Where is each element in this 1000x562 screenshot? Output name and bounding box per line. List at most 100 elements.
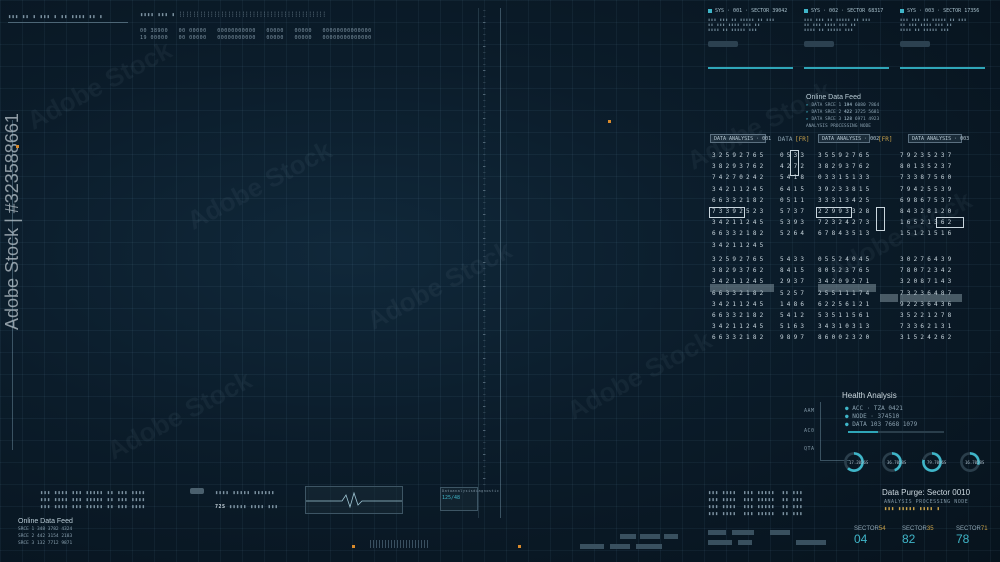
top-left-data-2: 19 00000 00 00000 00000000000 00000 0000… <box>140 35 372 41</box>
system-progress <box>804 67 889 69</box>
selection-box <box>709 207 745 218</box>
tab-data-analysis-1[interactable]: DATA ANALYSIS · 001 <box>710 134 771 143</box>
sector-1: SECTOR54 04 <box>854 526 886 546</box>
top-left-data-1: 00 38900 00 00000 00000000000 00000 0000… <box>140 28 372 34</box>
feed-row: ▸ DATA SRCE 3 128 6971 4923 <box>806 117 880 122</box>
sector-value: 82 <box>902 532 916 546</box>
system-progress <box>708 67 793 69</box>
gauge-label: 17.2056S <box>849 460 869 465</box>
system-pill <box>804 41 834 47</box>
chip <box>708 540 732 545</box>
data-label: DATA <box>778 136 793 143</box>
axis-label: AC0 <box>804 428 815 434</box>
left-scale-line <box>12 120 13 450</box>
chip <box>636 544 662 549</box>
chip <box>732 530 754 535</box>
bottom-ruler <box>370 540 430 548</box>
health-title: Health Analysis <box>842 391 897 400</box>
top-left-ruler: ▮▮▮▮ ▮▮▮ ▮ ┆┆┆┆┆┆┆┆┆┆┆┆┆┆┆┆┆┆┆┆┆┆┆┆┆┆┆┆┆… <box>140 12 327 18</box>
chip <box>580 544 604 549</box>
status-pill <box>190 488 204 494</box>
highlighted-row <box>818 284 876 292</box>
status-icon <box>900 9 904 13</box>
ecg-monitor <box>305 486 403 514</box>
purge-code: ▮▮▮ ▮▮▮▮▮ ▮▮▮▮ ▮ <box>884 506 941 512</box>
chip <box>738 540 752 545</box>
divider <box>8 22 128 23</box>
axis-label: QTA <box>804 446 815 452</box>
tab-data-analysis-3[interactable]: DATA ANALYSIS · 003 <box>908 134 969 143</box>
data-column: 05524045 80523765 34209271 25511174 6225… <box>818 256 873 342</box>
left-feed-title: Online Data Feed <box>18 518 73 525</box>
system-pill <box>900 41 930 47</box>
highlighted-row <box>900 294 962 302</box>
sector-value: 78 <box>956 532 970 546</box>
purge-title: Data Purge: Sector 0010 <box>882 488 971 497</box>
feed-row: SRCE 1 348 3782 4324 <box>18 527 73 532</box>
frame-label: [FR] <box>795 136 810 143</box>
system-pill <box>708 41 738 47</box>
system-label: SYS · 002 · SECTOR 68317 <box>811 8 884 14</box>
selection-box <box>936 217 964 228</box>
left-data-feed: Online Data Feed SRCE 1 348 3782 4324 SR… <box>18 518 73 546</box>
system-label: SYS · 001 · SECTOR 39042 <box>715 8 788 14</box>
frame-label: [FR] <box>878 136 893 143</box>
selection-box <box>790 150 799 176</box>
system-data: ▮▮▮ ▮▮▮ ▮▮ ▮▮▮▮▮ ▮▮ ▮▮▮ ▮▮ ▮▮▮ ▮▮▮▮ ▮▮▮ ▮… <box>804 17 871 32</box>
gauge-label: 36.7058S <box>887 460 907 465</box>
sector-3: SECTOR71 78 <box>956 526 988 546</box>
highlighted-row <box>880 294 898 302</box>
status-icon <box>804 9 808 13</box>
diagnostic-panel: Dataanalysisdiagnostic 125/48 <box>440 487 499 511</box>
online-data-feed: Online Data Feed ▸ DATA SRCE 1 194 6080 … <box>806 94 896 129</box>
chip <box>640 534 660 539</box>
feed-footer: ANALYSIS PROCESSING NODE <box>806 124 872 129</box>
health-row: ● NODE · 374510 <box>845 413 900 420</box>
marker <box>352 545 355 548</box>
system-card-2[interactable]: SYS · 002 · SECTOR 68317 ▮▮▮ ▮▮▮ ▮▮ ▮▮▮▮… <box>804 8 896 92</box>
marker <box>518 545 521 548</box>
feed-row: ▸ DATA SRCE 2 422 3725 5681 <box>806 110 880 115</box>
marker <box>16 145 19 148</box>
bottom-right-table: ▮▮▮ ▮▮▮▮ ▮▮▮ ▮▮▮▮▮ ▮▮ ▮▮▮ ▮▮▮ ▮▮▮▮ ▮▮▮ ▮… <box>708 490 803 517</box>
feed-row: ▸ DATA SRCE 1 194 6080 7864 <box>806 103 880 108</box>
chip <box>770 530 790 535</box>
sector-value: 04 <box>854 532 868 546</box>
panel-row: 72S ▮▮▮▮▮ ▮▮▮▮ ▮▮▮ <box>215 504 279 510</box>
status-icon <box>708 9 712 13</box>
selection-box <box>816 207 852 218</box>
chip <box>610 544 630 549</box>
data-column: 35592765 38293762 03315133 39233815 3331… <box>818 152 873 238</box>
feed-title: Online Data Feed <box>806 94 861 101</box>
gauge-label: 79.7096S <box>927 460 947 465</box>
panel-header: ▮▮▮▮ ▮▮▮▮▮ ▮▮▮▮▮▮ <box>215 490 275 496</box>
left-bottom-table: ▮▮▮ ▮▮▮▮ ▮▮▮ ▮▮▮▮▮ ▮▮ ▮▮▮ ▮▮▮▮ ▮▮▮ ▮▮▮▮ … <box>40 490 146 510</box>
health-bar-track <box>848 431 944 433</box>
health-row: ● DATA 103 7668 1079 <box>845 421 918 428</box>
vertical-scale: ┄ ┄ ━ ┄ ┄ ┄ ━ ┄ ┄ ┄ ━ ┄ ┄ ┄ ━ ┄ ┄ ┄ ━ ┄ ┄ ┄ ━ ┄ ┄ ┄ ━ ┄ ┄ ┄ ━ ┄ ┄ ┄ ━ ┄ ┄ ┄ ━ ┄… <box>483 8 486 487</box>
system-data: ▮▮▮ ▮▮▮ ▮▮ ▮▮▮▮▮ ▮▮ ▮▮▮ ▮▮ ▮▮▮ ▮▮▮▮ ▮▮▮ ▮… <box>900 17 967 32</box>
top-left-header: ▮▮▮ ▮▮ ▮ ▮▮▮ ▮ ▮▮ ▮▮▮▮ ▮▮ ▮ <box>8 14 103 20</box>
feed-row: SRCE 3 132 7712 9871 <box>18 541 73 546</box>
axis-label: AAM <box>804 408 815 414</box>
sector-2: SECTOR35 82 <box>902 526 934 546</box>
system-card-3[interactable]: SYS · 003 · SECTOR 17356 ▮▮▮ ▮▮▮ ▮▮ ▮▮▮▮… <box>900 8 992 92</box>
data-column: 32592765 38293762 74270242 34211245 6633… <box>712 152 767 249</box>
system-label: SYS · 003 · SECTOR 17356 <box>907 8 980 14</box>
purge-sub: ANALYSIS PROCESSING NODE <box>884 499 969 505</box>
system-card-1[interactable]: SYS · 001 · SECTOR 39042 ▮▮▮ ▮▮▮ ▮▮ ▮▮▮▮… <box>708 8 800 92</box>
health-axis-line <box>820 402 821 460</box>
gauge-label: 16.7058S <box>965 460 985 465</box>
chip <box>664 534 678 539</box>
data-column: 32592765 38293762 34211245 66332182 3421… <box>712 256 767 342</box>
selection-box <box>876 207 885 231</box>
feed-row: SRCE 2 442 3154 2183 <box>18 534 73 539</box>
data-column: 5433 8415 2937 5257 1486 5412 5163 9897 <box>780 256 808 342</box>
chip <box>708 530 726 535</box>
chip <box>620 534 636 539</box>
marker <box>608 120 611 123</box>
tab-data-analysis-2[interactable]: DATA ANALYSIS · 002 <box>818 134 879 143</box>
highlighted-row <box>710 284 774 292</box>
center-divider <box>500 8 501 518</box>
system-progress <box>900 67 985 69</box>
